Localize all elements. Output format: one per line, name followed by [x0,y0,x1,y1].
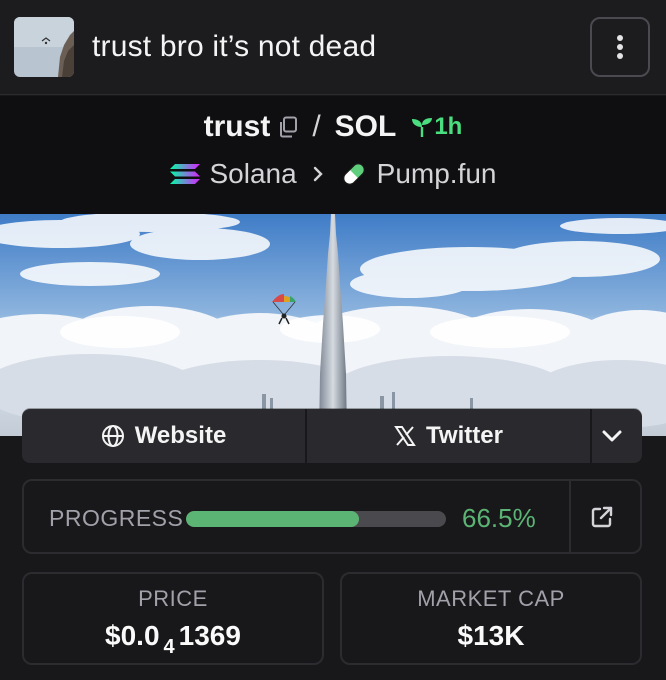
vertical-dots-icon [617,35,623,59]
progress-value: 66.5% [462,503,536,533]
more-menu-button[interactable] [590,17,650,77]
token-banner [0,214,666,436]
token-thumbnail [14,17,74,77]
chevron-down-icon [602,430,622,442]
price-card: PRICE $0.0 4 1369 [22,572,324,665]
chain-name: Solana [209,158,297,189]
progress-bar [186,511,446,527]
market-cap-card: MARKET CAP $13K [340,572,642,665]
more-links-button[interactable] [592,409,642,463]
twitter-button[interactable]: Twitter [307,409,592,463]
pair-age: 1h [410,113,462,141]
age-text: 1h [434,113,463,140]
solana-logo-icon [170,164,201,184]
breadcrumb: Solana Pump.fun [0,158,666,190]
seedling-icon [412,118,433,137]
progress-label: PROGRESS [49,505,184,531]
progress-divider [569,481,571,552]
chain-link[interactable]: Solana [169,158,297,190]
price-label: PRICE [138,586,208,611]
market-cap-value: $13K [457,620,525,651]
price-prefix: $0.0 [105,620,160,651]
dex-name: Pump.fun [376,158,497,189]
website-button[interactable]: Website [22,409,307,463]
social-links-bar: Website Twitter [22,409,642,463]
bonding-progress-card: PROGRESS 66.5% [22,479,642,554]
skydiver-over-tower-banner [0,214,666,436]
twitter-label: Twitter [426,422,503,449]
price-digits: 1369 [178,620,241,651]
website-label: Website [134,422,227,449]
external-link-icon [591,506,613,528]
breadcrumb-chevron [311,165,325,183]
copy-icon [280,116,298,138]
price-zero-count: 4 [163,636,175,658]
pair-line: trust / SOL 1h [0,110,666,144]
parachute-cliff-thumbnail [14,17,74,77]
globe-icon [101,425,124,447]
chevron-right-icon [313,166,323,182]
pill-icon [342,163,365,185]
base-token: trust [203,110,271,143]
pair-separator: / [312,110,321,143]
copy-address-button[interactable] [278,116,298,138]
token-title: trust bro it’s not dead [92,30,377,63]
price-value: $0.0 4 1369 [24,620,322,658]
pair-info: trust / SOL 1h Solana Pump.fun [0,96,666,214]
dex-link[interactable]: Pump.fun [339,158,497,190]
quote-token: SOL [334,110,397,143]
market-cap-label: MARKET CAP [417,586,565,611]
token-header: trust bro it’s not dead [0,0,666,95]
open-external-button[interactable] [590,505,614,534]
x-logo-icon [394,426,416,446]
progress-fill [186,511,359,527]
